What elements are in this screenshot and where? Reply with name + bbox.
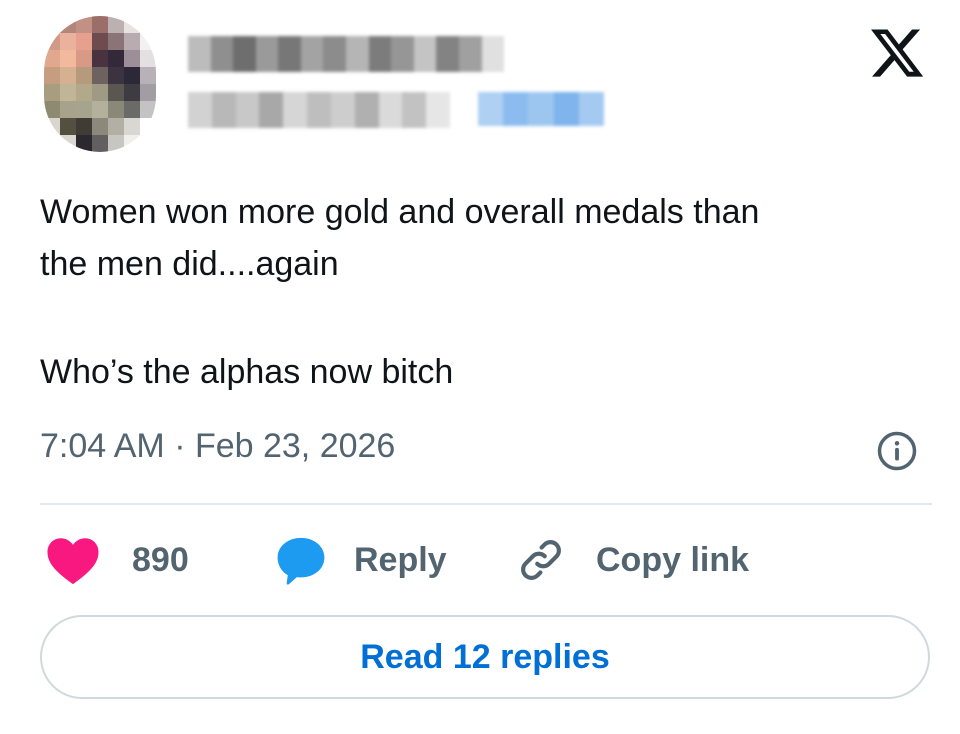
avatar[interactable] — [44, 16, 156, 152]
handle-redacted[interactable] — [188, 92, 450, 128]
read-replies-button[interactable]: Read 12 replies — [40, 615, 930, 699]
tweet-text-line: Women won more gold and overall medals t… — [40, 193, 760, 231]
x-logo-icon[interactable] — [866, 24, 928, 82]
tweet-text-line: the men did....again — [40, 245, 339, 283]
tweet-timestamp[interactable]: 7:04 AM · Feb 23, 2026 — [40, 424, 395, 468]
link-icon — [521, 540, 561, 580]
copy-link-label: Copy link — [596, 540, 750, 579]
like-count: 890 — [132, 540, 189, 579]
reply-button[interactable]: Reply — [274, 532, 447, 588]
reply-bubble-icon — [277, 537, 325, 585]
copy-link-button[interactable]: Copy link — [516, 532, 749, 588]
info-icon[interactable] — [876, 430, 918, 472]
action-bar: 890 Reply Copy link — [40, 532, 932, 588]
reply-label: Reply — [354, 540, 447, 579]
like-button[interactable]: 890 — [44, 532, 189, 588]
display-name-redacted[interactable] — [188, 36, 505, 72]
divider — [40, 503, 932, 505]
tweet-text: Women won more gold and overall medals t… — [40, 186, 930, 398]
tweet-text-line: Who’s the alphas now bitch — [40, 353, 454, 391]
tweet-embed-card: Women won more gold and overall medals t… — [0, 0, 960, 734]
follow-link-redacted[interactable] — [478, 92, 605, 126]
heart-icon — [47, 538, 99, 585]
